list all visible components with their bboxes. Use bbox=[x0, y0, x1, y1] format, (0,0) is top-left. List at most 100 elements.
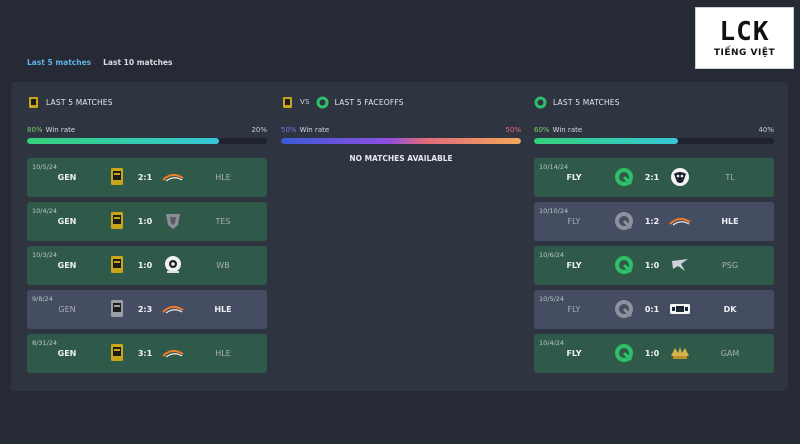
right-win-rate-bar bbox=[534, 138, 774, 144]
faceoff-column: VS LAST 5 FACEOFFS 50% Win rate 50% NO MA… bbox=[281, 82, 521, 163]
match-date: 10/14/24 bbox=[539, 163, 569, 171]
match-team: GEN bbox=[58, 305, 76, 314]
faceoff-split-bar bbox=[281, 138, 521, 144]
left-win-pct: 80% bbox=[27, 126, 43, 134]
match-team: GEN bbox=[57, 261, 77, 270]
left-win-rate-label: Win rate bbox=[45, 126, 76, 134]
brand-name: LCK bbox=[719, 16, 770, 47]
match-row[interactable]: 10/4/24 GEN 1:0 TES bbox=[27, 202, 267, 241]
right-team-column: LAST 5 MATCHES 60% Win rate 40% 10/14/24 … bbox=[534, 82, 774, 373]
left-win-rate-labels: 80% Win rate 20% bbox=[27, 126, 267, 136]
vs-label: VS bbox=[300, 98, 310, 106]
tes-logo-icon bbox=[161, 211, 185, 231]
match-score: 0:1 bbox=[644, 305, 660, 314]
right-loss-pct: 40% bbox=[758, 126, 774, 134]
match-row[interactable]: 8/31/24 GEN 3:1 HLE bbox=[27, 334, 267, 373]
match-team: FLY bbox=[566, 349, 582, 358]
match-score: 3:1 bbox=[137, 349, 153, 358]
match-date: 10/5/24 bbox=[32, 163, 58, 171]
left-loss-pct: 20% bbox=[251, 126, 267, 134]
match-row[interactable]: 10/14/24 FLY 2:1 TL bbox=[534, 158, 774, 197]
match-date: 10/4/24 bbox=[32, 207, 58, 215]
match-score: 1:0 bbox=[137, 261, 153, 270]
match-score: 2:3 bbox=[137, 305, 153, 314]
match-row[interactable]: 10/6/24 FLY 1:0 PSG bbox=[534, 246, 774, 285]
stats-panel: LAST 5 MATCHES 80% Win rate 20% 10/5/24 G… bbox=[11, 82, 788, 391]
match-team: FLY bbox=[567, 305, 581, 314]
right-win-rate-labels: 60% Win rate 40% bbox=[534, 126, 774, 136]
gen-logo-icon bbox=[107, 255, 127, 275]
faceoff-left-pct: 50% bbox=[281, 126, 297, 134]
match-team: FLY bbox=[566, 261, 582, 270]
left-win-rate-bar bbox=[27, 138, 267, 144]
hle-logo-icon bbox=[161, 167, 185, 187]
match-opponent: HLE bbox=[214, 305, 232, 314]
match-row[interactable]: 10/10/24 FLY 1:2 HLE bbox=[534, 202, 774, 241]
faceoff-win-rate-label: Win rate bbox=[299, 126, 330, 134]
match-opponent: TL bbox=[725, 173, 735, 182]
match-row[interactable]: 10/5/24 GEN 2:1 HLE bbox=[27, 158, 267, 197]
gen-logo-icon bbox=[281, 96, 294, 109]
left-column-title: LAST 5 MATCHES bbox=[46, 97, 113, 107]
psg-logo-icon bbox=[668, 255, 692, 275]
gen-logo-icon bbox=[107, 211, 127, 231]
match-opponent: PSG bbox=[721, 261, 739, 270]
right-column-header: LAST 5 MATCHES bbox=[534, 82, 774, 122]
no-matches-message: NO MATCHES AVAILABLE bbox=[349, 154, 453, 163]
match-team: GEN bbox=[57, 217, 77, 226]
match-score: 2:1 bbox=[137, 173, 153, 182]
fly-logo-icon bbox=[614, 211, 634, 231]
match-date: 10/5/24 bbox=[539, 295, 565, 303]
match-score: 1:0 bbox=[644, 261, 660, 270]
fly-logo-icon bbox=[614, 255, 634, 275]
faceoff-split-fill bbox=[281, 138, 521, 144]
match-opponent: HLE bbox=[721, 217, 739, 226]
faceoff-header: VS LAST 5 FACEOFFS bbox=[281, 82, 521, 122]
fly-logo-icon bbox=[614, 299, 634, 319]
fly-logo-icon bbox=[614, 167, 634, 187]
lck-tieng-viet-logo: LCK TIẾNG VIỆT bbox=[695, 7, 794, 69]
match-range-tabs: Last 5 matches Last 10 matches bbox=[27, 58, 173, 67]
right-win-rate-fill bbox=[534, 138, 678, 144]
gen-logo-icon bbox=[107, 167, 127, 187]
wb-logo-icon bbox=[161, 255, 185, 275]
match-row[interactable]: 10/4/24 FLY 1:0 GAM bbox=[534, 334, 774, 373]
brand-subtitle: TIẾNG VIỆT bbox=[713, 47, 776, 58]
match-score: 1:2 bbox=[644, 217, 660, 226]
match-row[interactable]: 10/3/24 GEN 1:0 WB bbox=[27, 246, 267, 285]
match-opponent: HLE bbox=[215, 173, 231, 182]
gen-logo-icon bbox=[27, 96, 40, 109]
right-match-list: 10/14/24 FLY 2:1 TL 10/10/24 FLY 1:2 HLE… bbox=[534, 158, 774, 373]
match-team: FLY bbox=[567, 217, 581, 226]
faceoff-win-rate-labels: 50% Win rate 50% bbox=[281, 126, 521, 136]
hle-logo-icon bbox=[161, 299, 185, 319]
match-date: 10/10/24 bbox=[539, 207, 569, 215]
match-opponent: TES bbox=[215, 217, 231, 226]
fly-logo-icon bbox=[614, 343, 634, 363]
tl-logo-icon bbox=[668, 167, 692, 187]
left-win-rate-fill bbox=[27, 138, 219, 144]
match-team: GEN bbox=[57, 173, 77, 182]
match-date: 10/4/24 bbox=[539, 339, 565, 347]
gam-logo-icon bbox=[668, 343, 692, 363]
hle-logo-icon bbox=[161, 343, 185, 363]
match-row[interactable]: 9/8/24 GEN 2:3 HLE bbox=[27, 290, 267, 329]
match-date: 9/8/24 bbox=[32, 295, 53, 303]
fly-logo-icon bbox=[316, 96, 329, 109]
match-date: 10/6/24 bbox=[539, 251, 565, 259]
tab-last-10-matches[interactable]: Last 10 matches bbox=[103, 58, 172, 67]
match-score: 1:0 bbox=[644, 349, 660, 358]
match-date: 10/3/24 bbox=[32, 251, 58, 259]
faceoff-title: LAST 5 FACEOFFS bbox=[334, 97, 404, 107]
left-column-header: LAST 5 MATCHES bbox=[27, 82, 267, 122]
match-row[interactable]: 10/5/24 FLY 0:1 DK bbox=[534, 290, 774, 329]
match-score: 2:1 bbox=[644, 173, 660, 182]
right-win-pct: 60% bbox=[534, 126, 550, 134]
match-team: GEN bbox=[57, 349, 77, 358]
right-win-rate-label: Win rate bbox=[552, 126, 583, 134]
tab-last-5-matches[interactable]: Last 5 matches bbox=[27, 58, 91, 67]
fly-logo-icon bbox=[534, 96, 547, 109]
gen-logo-icon bbox=[107, 299, 127, 319]
match-team: FLY bbox=[566, 173, 582, 182]
match-opponent: GAM bbox=[720, 349, 740, 358]
